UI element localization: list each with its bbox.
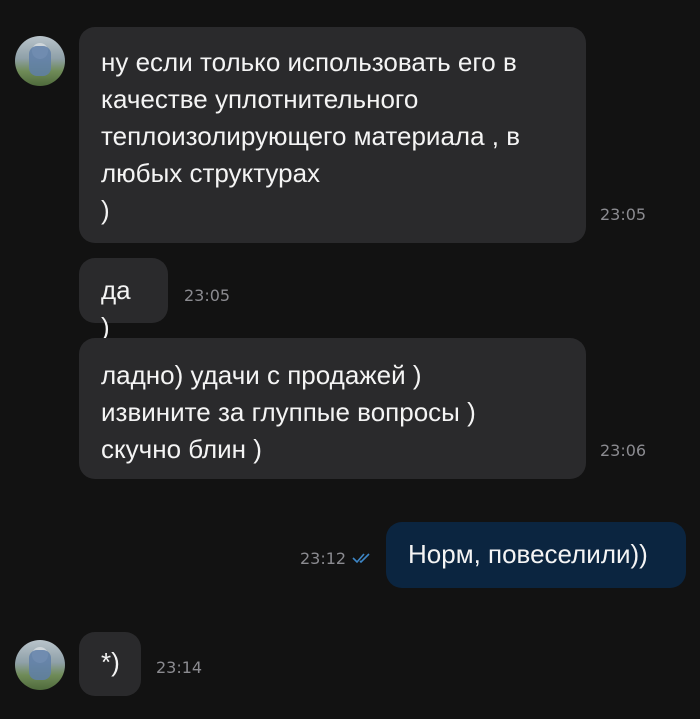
message-timestamp: 23:05 — [184, 286, 231, 305]
message-timestamp: 23:12 — [300, 549, 347, 568]
double-check-icon — [352, 553, 370, 564]
message-timestamp: 23:14 — [156, 658, 203, 677]
message-text: Норм, повеселили)) — [408, 539, 648, 569]
message-timestamp: 23:05 — [600, 205, 647, 224]
message-timestamp: 23:06 — [600, 441, 647, 460]
message-text: ну если только использовать его в качест… — [101, 47, 521, 225]
message-text: *) — [101, 647, 120, 677]
message-bubble-incoming[interactable]: ладно) удачи с продажей ) извините за гл… — [79, 338, 586, 479]
message-text: ладно) удачи с продажей ) извините за гл… — [101, 360, 476, 464]
message-bubble-incoming[interactable]: ну если только использовать его в качест… — [79, 27, 586, 243]
message-text: да ) — [101, 275, 131, 342]
message-bubble-incoming[interactable]: *) — [79, 632, 141, 696]
message-bubble-incoming[interactable]: да ) — [79, 258, 168, 342]
contact-avatar[interactable] — [15, 36, 65, 86]
message-bubble-outgoing[interactable]: Норм, повеселили)) — [386, 522, 686, 588]
contact-avatar[interactable] — [15, 640, 65, 690]
